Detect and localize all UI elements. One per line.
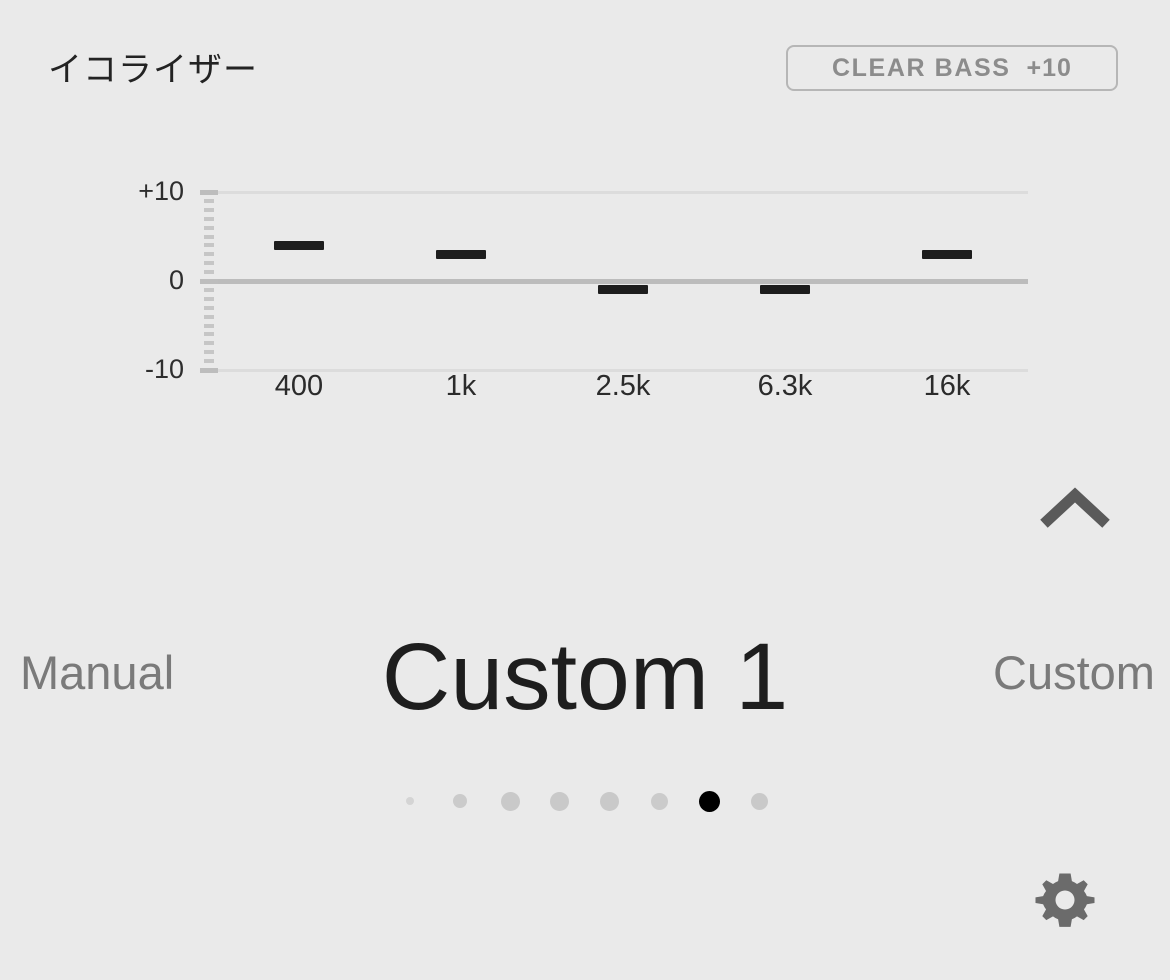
page-indicator-dots[interactable] bbox=[0, 780, 1170, 822]
y-axis-minor-tick bbox=[204, 207, 214, 212]
collapse-panel-button[interactable] bbox=[1040, 485, 1110, 530]
page-dot[interactable] bbox=[650, 792, 668, 810]
x-axis-labels: 400 1k 2.5k 6.3k 16k bbox=[218, 370, 1028, 410]
gridline bbox=[218, 190, 1028, 194]
y-axis-minor-tick bbox=[204, 350, 214, 355]
y-axis-minor-tick bbox=[204, 261, 214, 266]
x-axis-tick-label: 400 bbox=[274, 370, 324, 402]
page-dot[interactable] bbox=[549, 791, 569, 811]
y-axis-tick-label: +10 bbox=[138, 176, 184, 206]
y-axis-tick-label: 0 bbox=[168, 265, 184, 295]
x-axis-tick-label: 2.5k bbox=[595, 370, 651, 402]
y-axis-major-tick bbox=[200, 367, 218, 373]
x-axis-tick-label: 16k bbox=[923, 370, 971, 402]
y-axis-minor-tick bbox=[204, 359, 214, 364]
preset-carousel[interactable]: Manual Custom 1 Custom bbox=[0, 615, 1170, 740]
y-axis-minor-tick bbox=[204, 216, 214, 221]
eq-band-slider-6.3k[interactable] bbox=[760, 285, 810, 295]
page-dot[interactable] bbox=[599, 791, 619, 811]
y-axis-minor-tick bbox=[204, 234, 214, 239]
x-axis-tick-label: 6.3k bbox=[757, 370, 813, 402]
chevron-up-icon bbox=[1040, 487, 1110, 528]
gear-icon bbox=[1035, 873, 1095, 927]
header-bar: イコライザー CLEAR BASS +10 bbox=[0, 0, 1170, 110]
y-axis-major-tick bbox=[200, 189, 218, 195]
y-axis-minor-tick bbox=[204, 323, 214, 328]
eq-band-slider-1k[interactable] bbox=[436, 249, 486, 259]
y-axis-minor-tick bbox=[204, 243, 214, 248]
page-dot[interactable] bbox=[406, 797, 414, 805]
clear-bass-value: +10 bbox=[1026, 53, 1072, 82]
y-axis-minor-tick bbox=[204, 252, 214, 257]
y-axis-minor-tick bbox=[204, 270, 214, 275]
y-axis-minor-tick bbox=[204, 296, 214, 301]
page-title: イコライザー bbox=[48, 51, 258, 89]
y-axis-minor-tick bbox=[204, 198, 214, 203]
clear-bass-label: CLEAR BASS bbox=[832, 53, 1011, 82]
x-axis-tick-label: 1k bbox=[445, 370, 477, 402]
page-dot[interactable] bbox=[500, 791, 520, 811]
zero-gridline bbox=[218, 278, 1028, 284]
y-axis-minor-tick bbox=[204, 314, 214, 319]
settings-button[interactable] bbox=[1035, 870, 1095, 930]
page-dot[interactable] bbox=[750, 792, 768, 810]
preset-next-label[interactable]: Custom bbox=[993, 645, 1155, 700]
y-axis-labels: +10 0 -10 bbox=[90, 160, 184, 410]
y-axis-minor-tick bbox=[204, 305, 214, 310]
y-axis-tick-ladder bbox=[200, 160, 218, 410]
eq-band-slider-2.5k[interactable] bbox=[598, 285, 648, 295]
y-axis-minor-tick bbox=[204, 341, 214, 346]
clear-bass-button[interactable]: CLEAR BASS +10 bbox=[786, 45, 1118, 91]
y-axis-minor-tick bbox=[204, 287, 214, 292]
page-dot[interactable] bbox=[453, 794, 467, 808]
y-axis-minor-tick bbox=[204, 332, 214, 337]
eq-band-slider-16k[interactable] bbox=[922, 249, 972, 259]
eq-band-slider-400[interactable] bbox=[274, 240, 324, 250]
equalizer-graph[interactable]: +10 0 -10 400 1k 2.5k 6.3k 16k bbox=[0, 160, 1170, 410]
page-dot-active[interactable] bbox=[698, 790, 720, 812]
y-axis-tick-label: -10 bbox=[144, 354, 184, 384]
y-axis-minor-tick bbox=[204, 225, 214, 230]
y-axis-major-tick bbox=[200, 278, 218, 284]
